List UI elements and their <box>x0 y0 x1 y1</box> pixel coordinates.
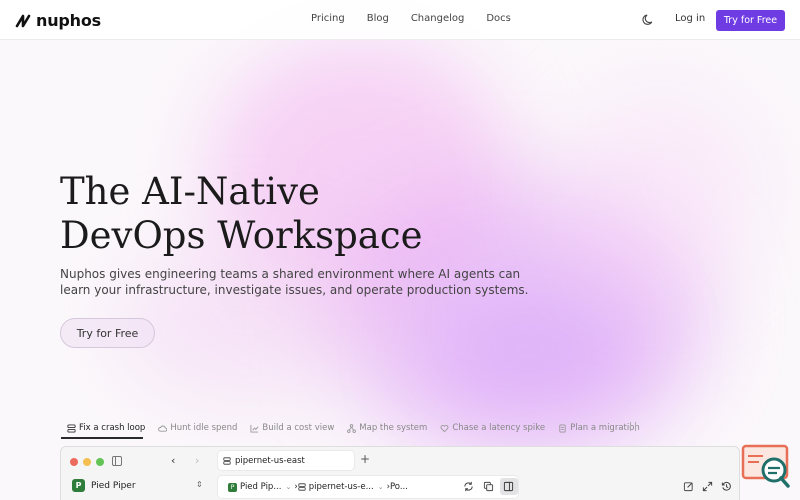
hero-title: The AI-Native DevOps Workspace <box>60 170 422 258</box>
app-tab-title: pipernet-us-east <box>235 455 305 466</box>
breadcrumb-label: Pied Pip... <box>240 482 282 492</box>
dark-mode-moon-icon[interactable] <box>642 13 655 26</box>
tab-build-cost-view[interactable]: Build a cost view <box>250 421 334 435</box>
copy-icon[interactable] <box>483 481 494 492</box>
org-switcher[interactable]: P Pied Piper <box>72 479 136 492</box>
chevron-down-icon: ⌄ <box>377 483 384 491</box>
hero-subtitle: Nuphos gives engineering teams a shared … <box>60 267 529 297</box>
chat-support-icon[interactable] <box>741 444 791 489</box>
server-icon <box>223 456 231 465</box>
nav-docs[interactable]: Docs <box>486 13 511 24</box>
server-icon <box>298 483 306 491</box>
window-maximize-dot <box>96 458 104 466</box>
tab-label: Chase a latency spike <box>452 423 546 433</box>
try-for-free-button[interactable]: Try for Free <box>716 10 785 31</box>
org-badge: P <box>72 479 85 492</box>
document-icon <box>559 423 566 433</box>
nav-blog[interactable]: Blog <box>367 13 389 24</box>
cloud-icon <box>158 425 168 432</box>
pause-autoplay-icon[interactable] <box>630 422 636 431</box>
tab-fix-crash-loop[interactable]: Fix a crash loop <box>67 421 145 435</box>
app-window-preview: ‹ › pipernet-us-east + P Pied Piper ⇕ P … <box>60 446 740 500</box>
breadcrumb-pod[interactable]: Po... <box>390 482 408 492</box>
history-icon[interactable] <box>721 481 732 492</box>
back-arrow-icon[interactable]: ‹ <box>171 454 175 467</box>
chevron-down-icon: ⌄ <box>285 483 292 491</box>
forward-arrow-icon[interactable]: › <box>195 454 199 467</box>
refresh-icon[interactable] <box>463 481 474 492</box>
window-minimize-dot <box>83 458 91 466</box>
org-mini-badge: P <box>228 482 237 492</box>
expand-icon[interactable] <box>702 481 713 492</box>
tab-label: Build a cost view <box>262 423 335 433</box>
layers-icon <box>67 423 76 433</box>
edit-icon[interactable] <box>683 481 694 492</box>
active-tab-indicator <box>61 437 143 439</box>
hero-title-line1: The AI-Native <box>60 170 320 213</box>
new-tab-plus-icon[interactable]: + <box>360 452 370 466</box>
heart-icon <box>440 424 449 432</box>
tab-label: Hunt idle spend <box>170 423 238 433</box>
chart-icon <box>250 424 259 433</box>
breadcrumb-label: Po... <box>389 482 408 492</box>
tab-label: Fix a crash loop <box>79 423 146 433</box>
org-name: Pied Piper <box>91 480 136 491</box>
app-tab[interactable]: pipernet-us-east <box>218 451 354 470</box>
breadcrumb-cluster[interactable]: pipernet-us-e... ⌄ <box>298 482 387 492</box>
tab-map-system[interactable]: Map the system <box>347 421 427 435</box>
chevron-updown-icon[interactable]: ⇕ <box>196 480 203 489</box>
demo-tabs: Fix a crash loop Hunt idle spend Build a… <box>67 421 653 435</box>
breadcrumb-label: pipernet-us-e... <box>308 482 374 492</box>
top-navbar: nuphos Pricing Blog Changelog Docs Log i… <box>0 0 800 40</box>
split-view-icon <box>503 481 514 492</box>
tab-hunt-idle-spend[interactable]: Hunt idle spend <box>158 421 237 435</box>
sidebar-toggle-icon[interactable] <box>112 456 122 466</box>
nuphos-logo-icon <box>15 14 31 27</box>
nav-changelog[interactable]: Changelog <box>411 13 465 24</box>
brand-logo[interactable]: nuphos <box>15 11 101 30</box>
nav-pricing[interactable]: Pricing <box>311 13 345 24</box>
tab-plan-migration[interactable]: Plan a migration <box>558 421 640 435</box>
hero-title-line2: DevOps Workspace <box>60 214 423 257</box>
network-icon <box>347 423 357 433</box>
brand-name: nuphos <box>36 11 101 30</box>
hero-try-for-free-button[interactable]: Try for Free <box>60 318 155 348</box>
tab-chase-latency-spike[interactable]: Chase a latency spike <box>440 421 545 435</box>
breadcrumb-org[interactable]: P Pied Pip... ⌄ <box>228 482 294 492</box>
main-nav: Pricing Blog Changelog Docs <box>311 13 533 24</box>
tab-label: Map the system <box>359 423 428 433</box>
login-link[interactable]: Log in <box>675 13 705 24</box>
window-close-dot <box>70 458 78 466</box>
